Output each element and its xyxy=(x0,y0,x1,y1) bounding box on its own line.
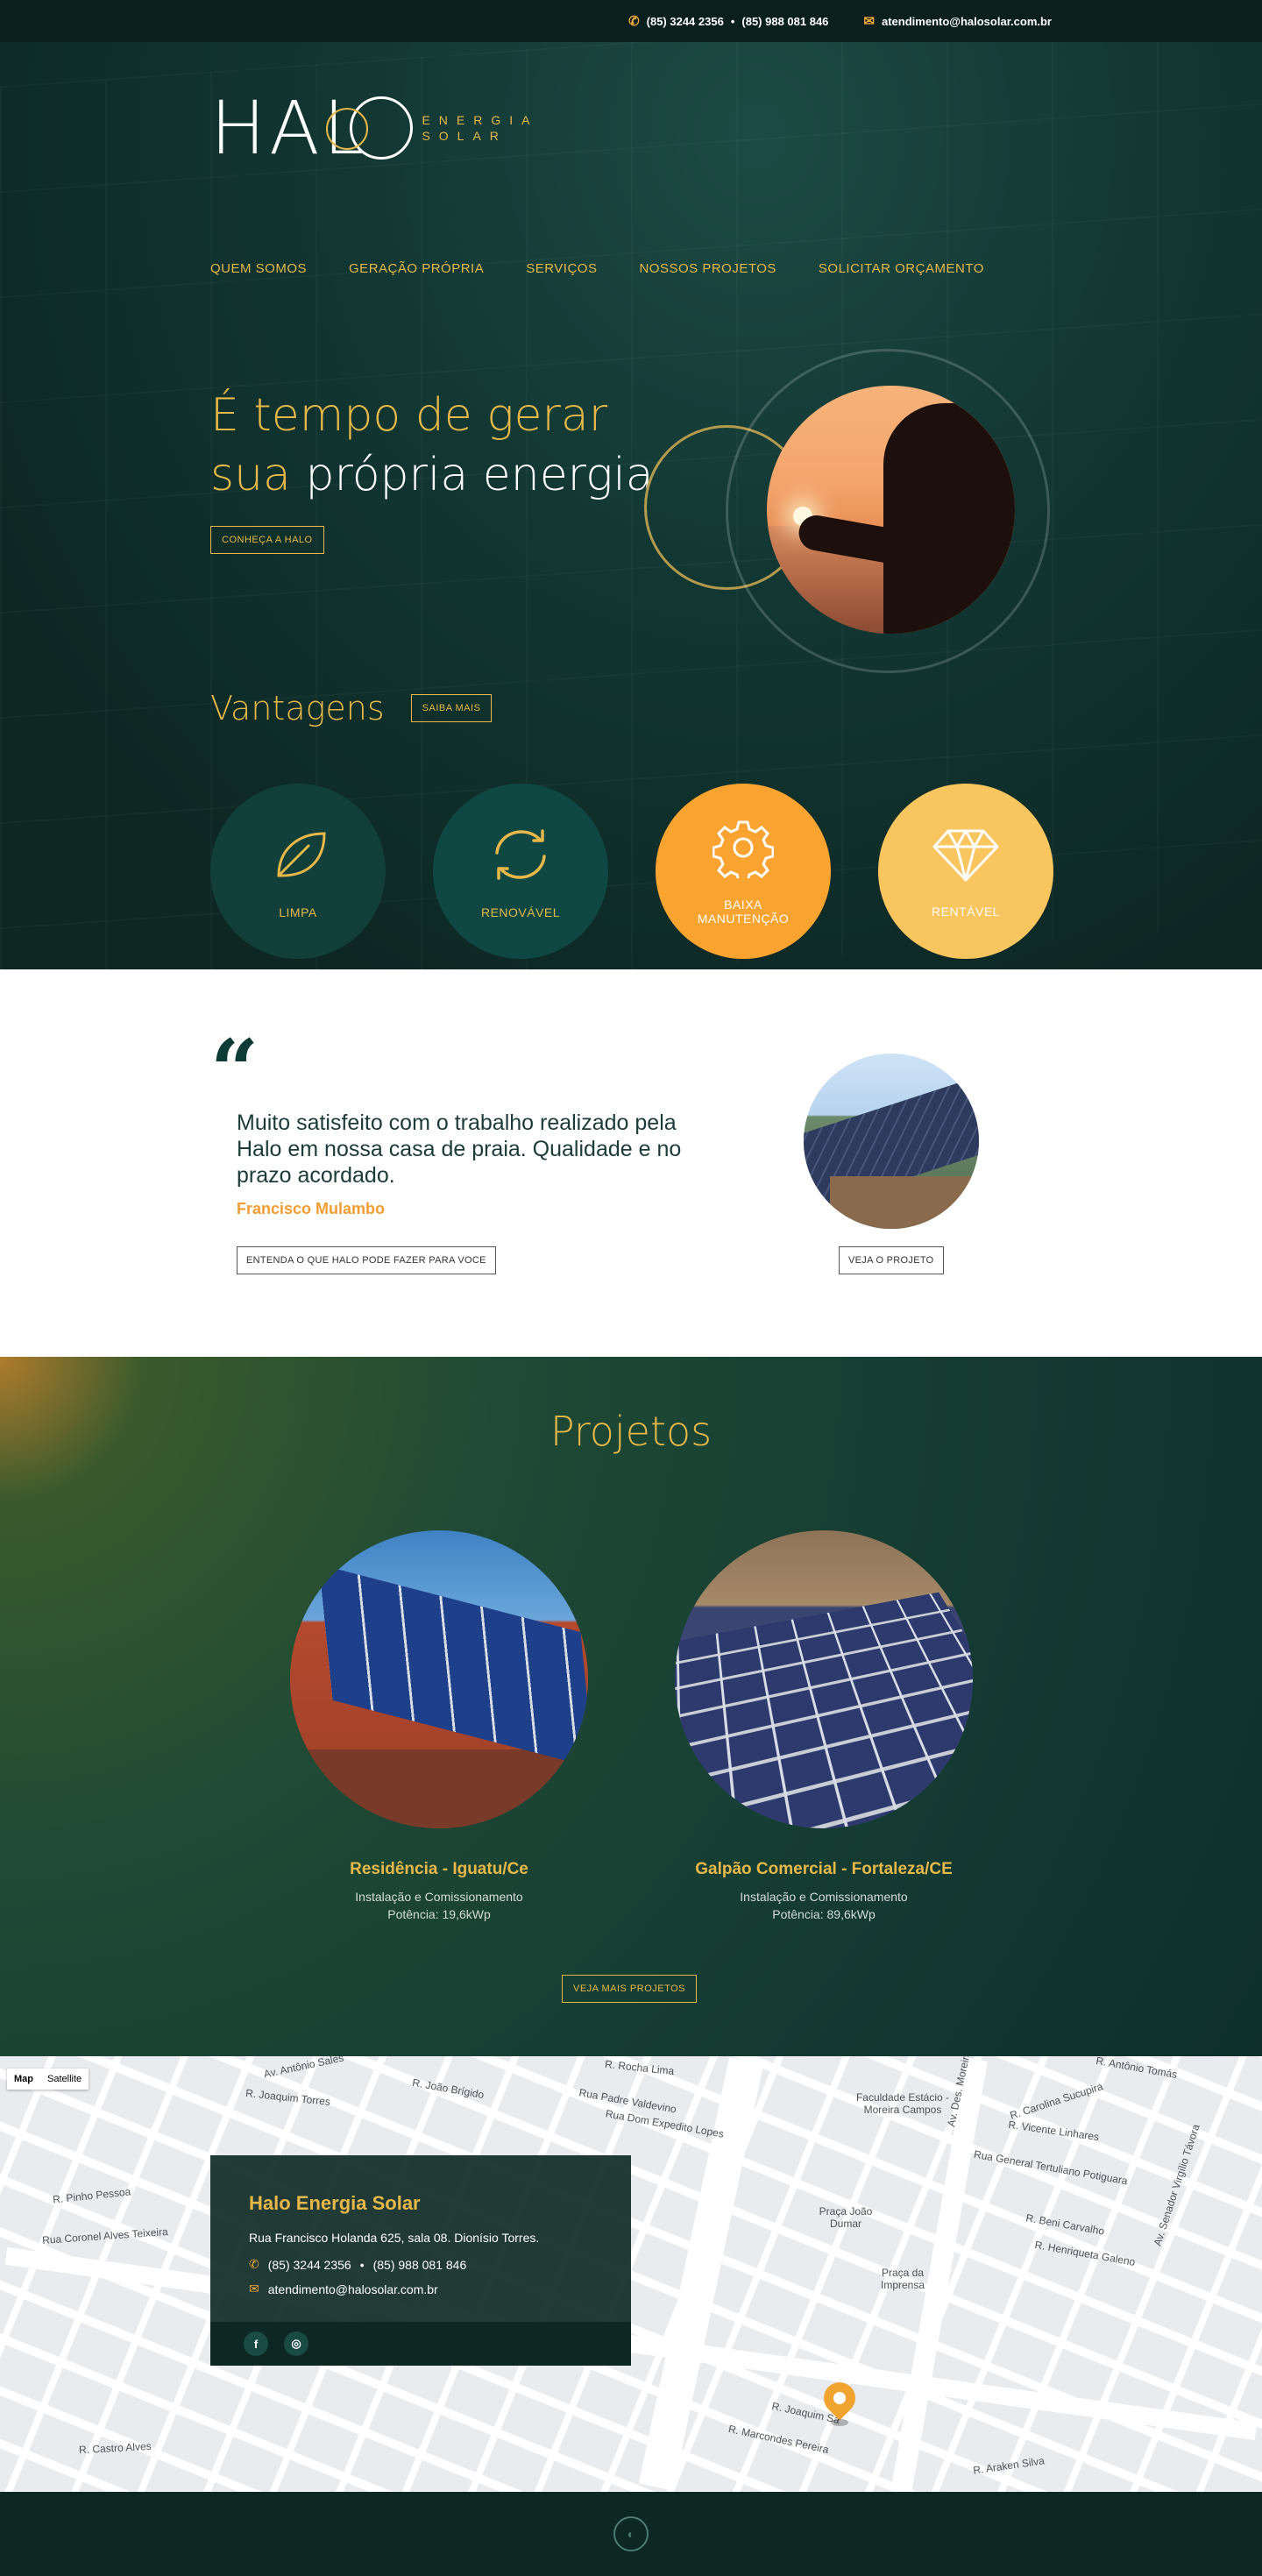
project-desc-line-2: Potência: 19,6kWp xyxy=(387,1907,491,1921)
projects-title: Projetos xyxy=(0,1408,1262,1455)
logo-ring-icon xyxy=(350,96,413,160)
nav-item-nossos-projetos[interactable]: NOSSOS PROJETOS xyxy=(639,261,776,276)
veja-mais-projetos-button[interactable]: VEJA MAIS PROJETOS xyxy=(562,1975,697,2003)
entenda-button[interactable]: ENTENDA O QUE HALO PODE FAZER PARA VOCE xyxy=(237,1246,496,1274)
social-links: f ◎ xyxy=(210,2322,631,2366)
logo-tagline-1: ENERGIA xyxy=(422,112,538,128)
advantage-label: LIMPA xyxy=(279,905,316,919)
advantage-label: RENOVÁVEL xyxy=(481,905,560,919)
company-name: Halo Energia Solar xyxy=(249,2192,421,2215)
contact-email-link[interactable]: atendimento@halosolar.com.br xyxy=(268,2282,438,2296)
contact-bullet: • xyxy=(360,2258,365,2272)
project-desc-line-1: Instalação e Comissionamento xyxy=(355,1890,522,1904)
advantage-limpa[interactable]: LIMPA xyxy=(210,784,386,959)
street-label: Faculdade Estácio - Moreira Campos xyxy=(850,2091,955,2116)
saiba-mais-button[interactable]: SAIBA MAIS xyxy=(411,694,493,722)
nav-item-servicos[interactable]: SERVIÇOS xyxy=(526,261,597,276)
contact-email: ✉ atendimento@halosolar.com.br xyxy=(249,2281,438,2296)
nav-item-quem-somos[interactable]: QUEM SOMOS xyxy=(210,261,307,276)
project-desc: Instalação e Comissionamento Potência: 8… xyxy=(675,1888,973,1923)
map-type-toggle: Map Satellite xyxy=(7,2069,89,2090)
contact-phones: ✆ (85) 3244 2356 • (85) 988 081 846 xyxy=(249,2257,466,2272)
street-label: Praça da Imprensa xyxy=(872,2267,933,2291)
testimonial-author: Francisco Mulambo xyxy=(237,1200,385,1218)
hero-section: HAL ENERGIA SOLAR QUEM SOMOS GERAÇÃO PRÓ… xyxy=(0,42,1262,969)
halo-logo[interactable]: HAL ENERGIA SOLAR xyxy=(210,91,538,165)
project-desc-line-2: Potência: 89,6kWp xyxy=(772,1907,876,1921)
headline-propria-energia: própria energia xyxy=(305,449,653,501)
project-photo-residencia xyxy=(290,1530,588,1828)
project-desc: Instalação e Comissionamento Potência: 1… xyxy=(290,1888,588,1923)
mail-icon: ✉ xyxy=(863,13,875,29)
topbar-email: ✉ atendimento@halosolar.com.br xyxy=(863,13,1052,29)
testimonial-section: “ Muito satisfeito com o trabalho realiz… xyxy=(0,969,1262,1357)
map-tab-satellite[interactable]: Satellite xyxy=(40,2069,89,2090)
refresh-icon xyxy=(483,823,558,886)
hero-sunset-photo xyxy=(767,386,1015,634)
advantage-label: BAIXA MANUTENÇÃO xyxy=(691,898,796,926)
projects-section: Projetos Residência - Iguatu/Ce Instalaç… xyxy=(0,1357,1262,2056)
map-tab-map[interactable]: Map xyxy=(7,2069,40,2090)
map-section[interactable]: Map Satellite Av. Antônio Sales R. Rocha… xyxy=(0,2056,1262,2492)
footer: ◐ xyxy=(0,2492,1262,2576)
project-card-residencia[interactable]: Residência - Iguatu/Ce Instalação e Comi… xyxy=(290,1530,588,1923)
company-address: Rua Francisco Holanda 625, sala 08. Dion… xyxy=(249,2231,539,2245)
leaf-icon xyxy=(266,823,330,886)
gear-icon xyxy=(713,817,774,878)
contact-phone-1[interactable]: (85) 3244 2356 xyxy=(268,2258,351,2272)
advantage-renovavel[interactable]: RENOVÁVEL xyxy=(433,784,608,959)
main-nav: QUEM SOMOS GERAÇÃO PRÓPRIA SERVIÇOS NOSS… xyxy=(210,261,984,276)
headline-sua: sua xyxy=(210,449,291,501)
project-photo-galpao xyxy=(675,1530,973,1828)
diamond-icon xyxy=(931,824,1001,885)
advantage-label: RENTÁVEL xyxy=(932,905,1000,919)
logo-tagline: ENERGIA SOLAR xyxy=(422,112,538,144)
advantages-title: Vantagens xyxy=(210,689,385,727)
nav-item-solicitar-orcamento[interactable]: SOLICITAR ORÇAMENTO xyxy=(819,261,984,276)
topbar-phone-2[interactable]: (85) 988 081 846 xyxy=(741,15,828,28)
topbar-bullet: • xyxy=(731,15,735,28)
quote-icon: “ xyxy=(210,1029,259,1113)
topbar-phones: ✆ (85) 3244 2356 • (85) 988 081 846 xyxy=(628,13,828,29)
testimonial-text: Muito satisfeito com o trabalho realizad… xyxy=(237,1110,684,1189)
advantage-rentavel[interactable]: RENTÁVEL xyxy=(878,784,1053,959)
advantages-list: LIMPA RENOVÁVEL BAIXA MANUTENÇÃO RENTÁVE… xyxy=(210,784,1053,959)
headline-line-1: É tempo de gerar xyxy=(210,389,607,442)
logo-tagline-2: SOLAR xyxy=(422,128,538,144)
phone-icon: ✆ xyxy=(628,13,640,29)
conheca-halo-button[interactable]: CONHEÇA A HALO xyxy=(210,526,324,554)
facebook-icon[interactable]: f xyxy=(244,2331,268,2356)
street-label: Praça João Dumar xyxy=(811,2205,881,2230)
mail-icon: ✉ xyxy=(249,2281,259,2296)
contact-phone-2[interactable]: (85) 988 081 846 xyxy=(373,2258,467,2272)
phone-icon: ✆ xyxy=(249,2257,259,2272)
advantage-baixa-manutencao[interactable]: BAIXA MANUTENÇÃO xyxy=(656,784,831,959)
hero-headline: É tempo de gerar sua própria energia xyxy=(210,386,654,505)
footer-logo-icon[interactable]: ◐ xyxy=(613,2516,649,2551)
project-title: Galpão Comercial - Fortaleza/CE xyxy=(675,1860,973,1879)
veja-projeto-button[interactable]: VEJA O PROJETO xyxy=(839,1246,944,1274)
topbar-phone-1[interactable]: (85) 3244 2356 xyxy=(647,15,724,28)
topbar-email-link[interactable]: atendimento@halosolar.com.br xyxy=(882,15,1052,28)
advantages-header: Vantagens SAIBA MAIS xyxy=(210,689,492,727)
project-desc-line-1: Instalação e Comissionamento xyxy=(740,1890,907,1904)
project-card-galpao[interactable]: Galpão Comercial - Fortaleza/CE Instalaç… xyxy=(675,1530,973,1923)
contact-info-card: Halo Energia Solar Rua Francisco Holanda… xyxy=(210,2155,631,2366)
nav-item-geracao-propria[interactable]: GERAÇÃO PRÓPRIA xyxy=(349,261,484,276)
project-title: Residência - Iguatu/Ce xyxy=(290,1860,588,1879)
testimonial-project-photo xyxy=(804,1054,979,1229)
top-contact-bar: ✆ (85) 3244 2356 • (85) 988 081 846 ✉ at… xyxy=(0,0,1262,42)
instagram-icon[interactable]: ◎ xyxy=(284,2331,308,2356)
